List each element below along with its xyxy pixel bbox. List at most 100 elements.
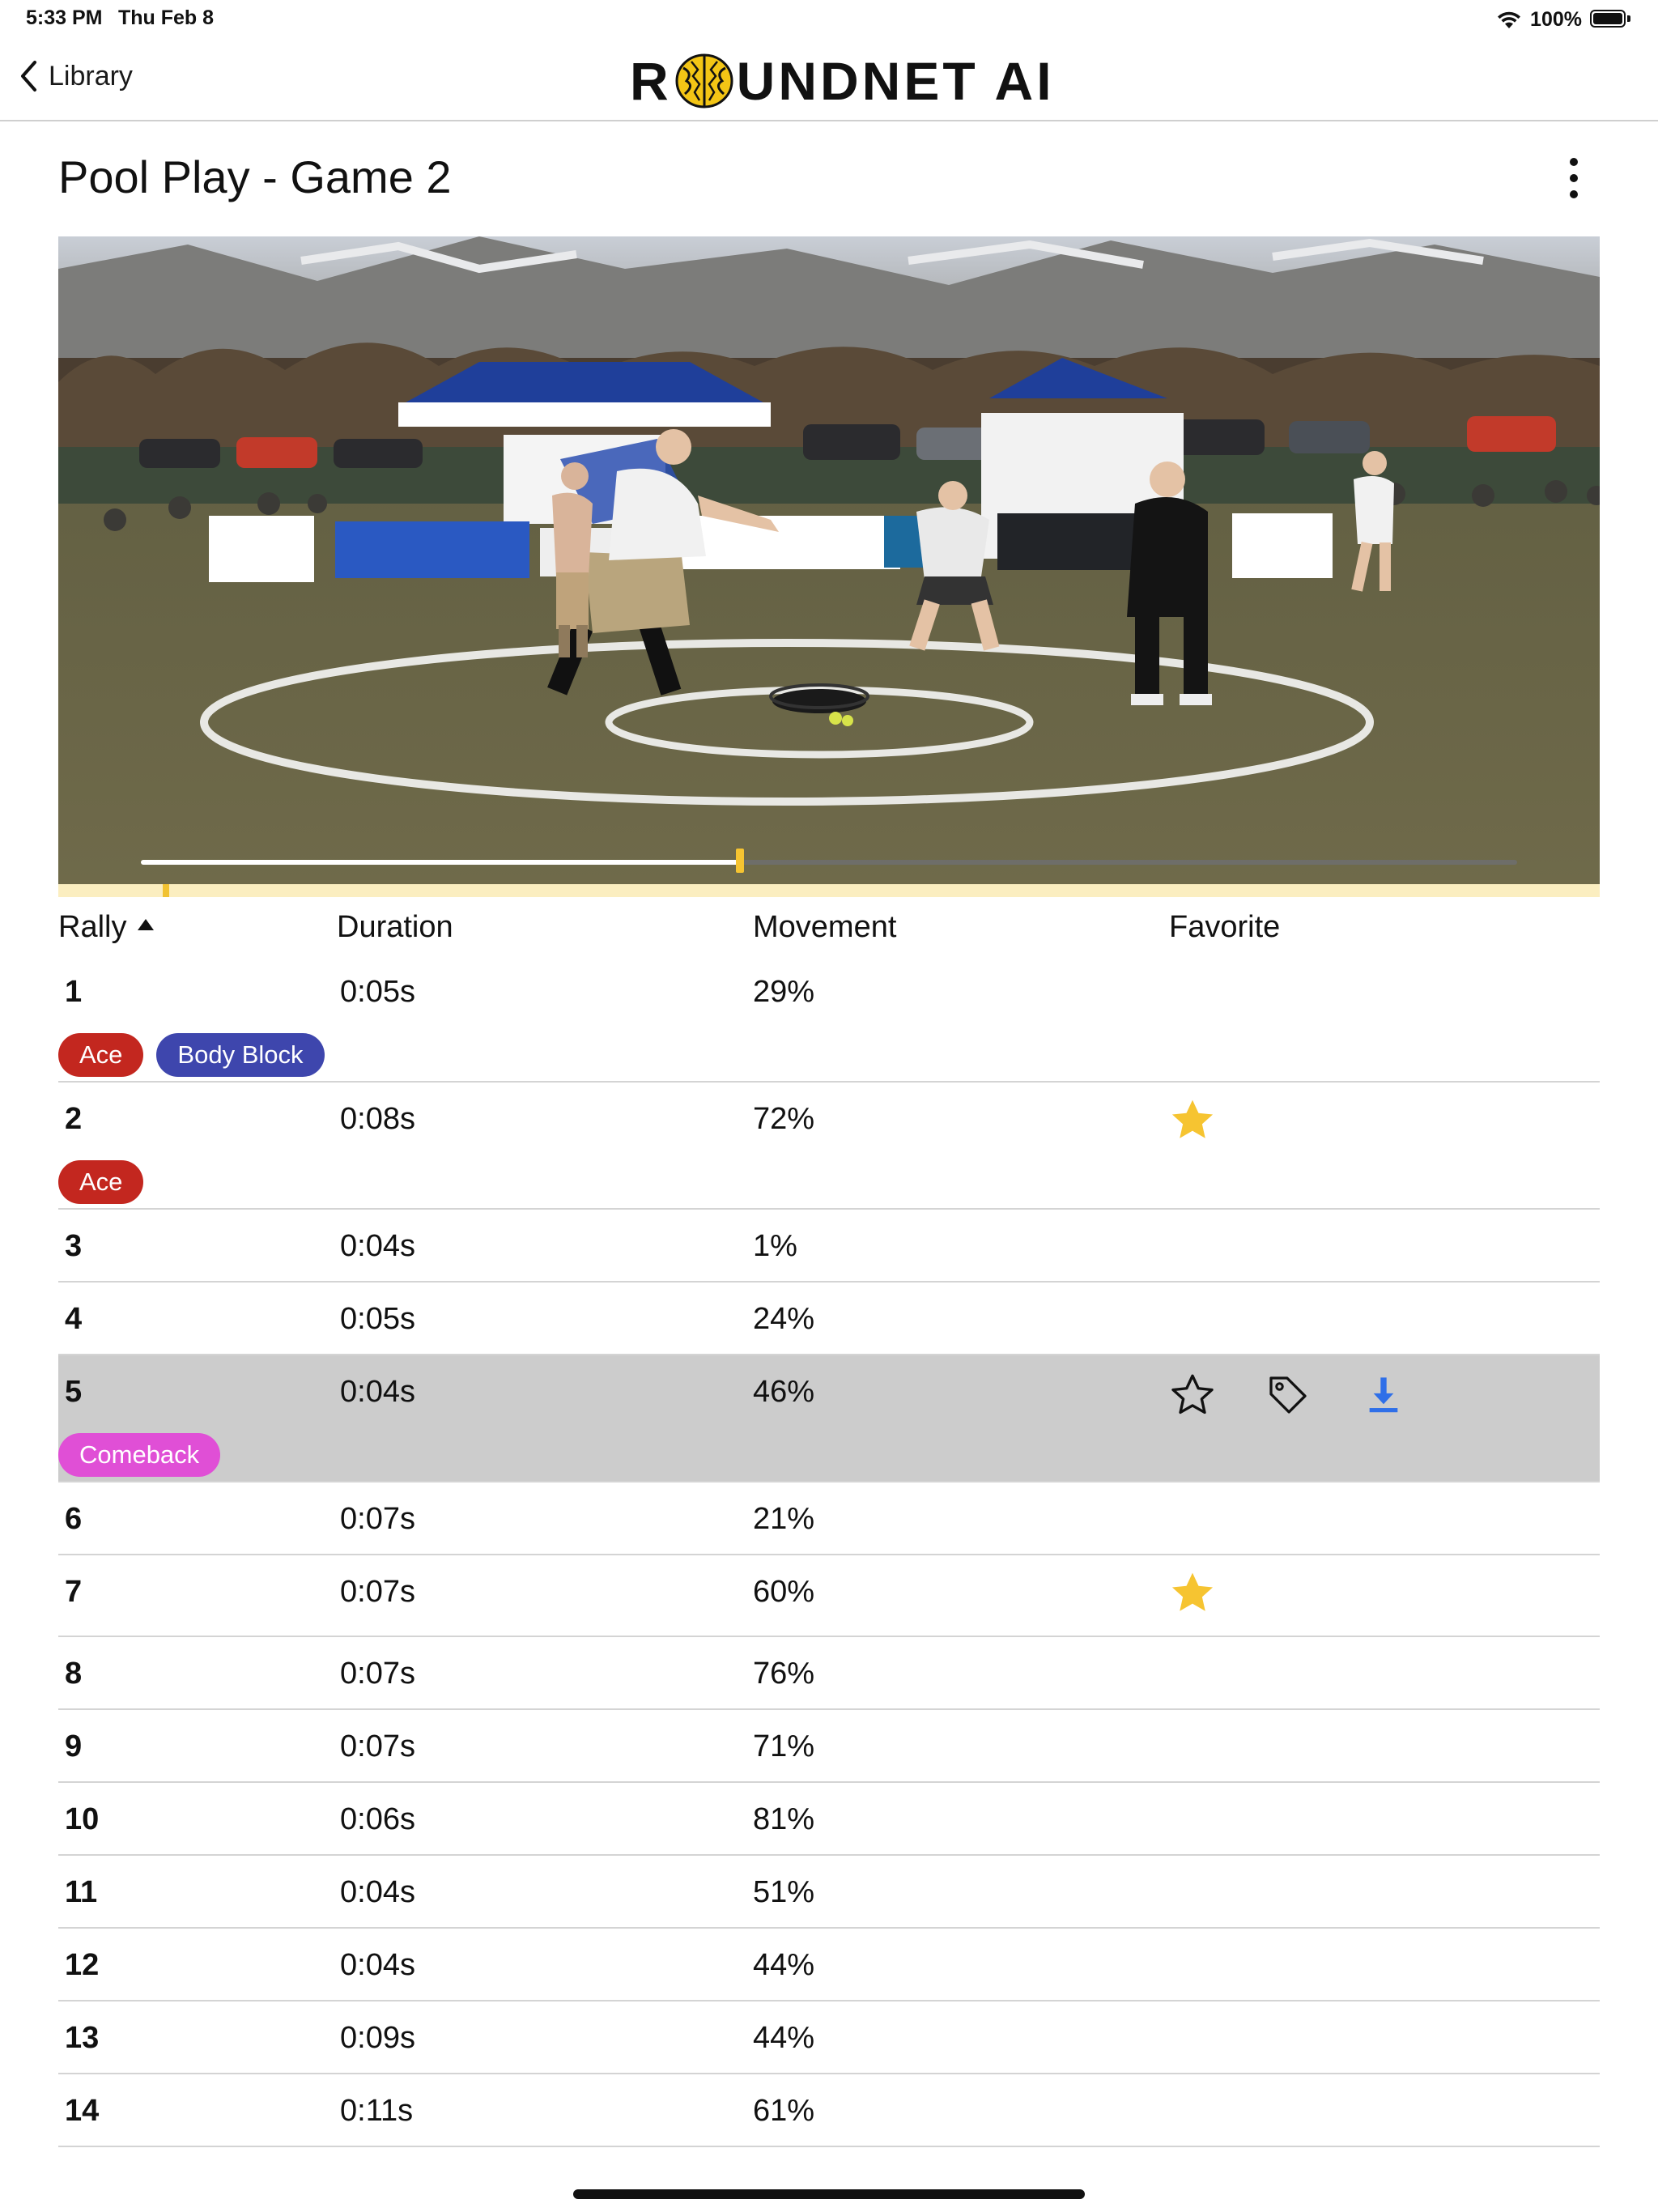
rally-movement: 29% [753,975,815,1009]
rally-movement: 76% [753,1657,815,1691]
home-indicator[interactable] [573,2189,1085,2199]
rally-movement: 24% [753,1302,815,1336]
rally-number: 9 [65,1729,83,1763]
scrubber-handle[interactable] [735,849,744,873]
rally-header-label: Rally [58,910,127,944]
rally-duration: 0:04s [340,1948,415,1982]
favorite-header[interactable]: Favorite [1169,910,1280,945]
brain-ball-icon [675,53,733,108]
battery-percent: 100% [1530,7,1582,31]
back-button[interactable]: Library [19,60,133,92]
tag-icon[interactable] [1263,1370,1313,1420]
tag-chip[interactable]: Ace [58,1033,144,1077]
rally-number: 4 [65,1302,83,1336]
logo-text-end: UNDNET AI [736,51,1055,111]
rally-number: 6 [65,1502,83,1536]
rally-row[interactable]: 4 0:05s 24% [58,1283,1600,1355]
rally-table: 1 0:05s 29% Ace Body Block 2 0:08s 72% Ace 3 0:04s… [58,955,1600,2147]
rally-row[interactable]: 11 0:04s 51% [58,1856,1600,1929]
sort-rally-header[interactable]: Rally [58,910,155,945]
rally-number: 5 [65,1375,83,1409]
tag-chip[interactable]: Comeback [58,1433,221,1477]
rally-number: 14 [65,2094,100,2128]
rally-movement: 46% [753,1375,815,1409]
navigation-bar: Library R UNDNET AI [0,39,1658,121]
rally-row[interactable]: 12 0:04s 44% [58,1929,1600,2001]
sort-ascending-icon [138,919,155,930]
rally-duration: 0:05s [340,975,415,1009]
rally-row[interactable]: 6 0:07s 21% [58,1482,1600,1555]
status-date: Thu Feb 8 [118,6,215,29]
rally-number: 11 [65,1875,98,1909]
playback-scrubber[interactable] [141,849,1517,873]
rally-number: 7 [65,1575,83,1609]
rally-movement: 44% [753,1948,815,1982]
status-indicators: 100% [1496,5,1632,34]
rally-row[interactable]: 9 0:07s 71% [58,1710,1600,1783]
rally-number: 8 [65,1657,83,1691]
rally-row[interactable]: 10 0:06s 81% [58,1783,1600,1856]
rally-duration: 0:11s [340,2094,414,2128]
rally-row[interactable]: 3 0:04s 1% [58,1210,1600,1283]
logo-text-start: R [630,51,672,111]
rally-timeline[interactable] [58,884,1600,897]
rally-movement: 51% [753,1875,815,1909]
row-actions [1167,1370,1409,1420]
rally-row[interactable]: 2 0:08s 72% Ace [58,1083,1600,1210]
battery-icon [1590,10,1632,29]
rally-number: 2 [65,1102,83,1136]
status-bar: 5:33 PM Thu Feb 8 100% [0,0,1658,39]
favorite-toggle-star-icon[interactable] [1167,1370,1218,1420]
app-logo: R UNDNET AI [630,51,1055,111]
favorite-star-icon[interactable] [1167,1568,1224,1625]
download-icon[interactable] [1358,1370,1409,1420]
rally-duration: 0:05s [340,1302,415,1336]
favorite-star-icon[interactable] [1167,1095,1224,1152]
status-time: 5:33 PM [26,6,103,29]
duration-header[interactable]: Duration [337,910,453,945]
playback-progress [141,860,740,865]
rally-row[interactable]: 7 0:07s 60% [58,1555,1600,1637]
rally-movement: 60% [753,1575,815,1609]
rally-movement: 44% [753,2021,815,2055]
rally-duration: 0:04s [340,1875,415,1909]
rally-duration: 0:06s [340,1802,415,1836]
rally-table-header: Rally Duration Movement Favorite [58,907,1600,955]
rally-duration: 0:07s [340,1502,415,1536]
rally-number: 10 [65,1802,100,1836]
rally-duration: 0:04s [340,1229,415,1263]
timeline-marker [163,884,170,897]
rally-duration: 0:07s [340,1575,415,1609]
rally-duration: 0:07s [340,1729,415,1763]
rally-duration: 0:04s [340,1375,415,1409]
rally-duration: 0:07s [340,1657,415,1691]
rally-movement: 81% [753,1802,815,1836]
back-label: Library [49,60,133,91]
rally-duration: 0:09s [340,2021,415,2055]
rally-row[interactable]: 5 0:04s 46% Comeback [58,1355,1600,1482]
rally-movement: 21% [753,1502,815,1536]
chevron-left-icon [21,61,36,91]
more-options-icon[interactable] [1554,154,1593,206]
rally-movement: 72% [753,1102,815,1136]
rally-tags: Ace [58,1160,144,1204]
rally-number: 12 [65,1948,100,1982]
rally-tags: Ace Body Block [58,1033,325,1077]
rally-tags: Comeback [58,1433,221,1477]
rally-row[interactable]: 13 0:09s 44% [58,2001,1600,2074]
video-player[interactable] [58,236,1600,884]
rally-row[interactable]: 8 0:07s 76% [58,1637,1600,1710]
tag-chip[interactable]: Ace [58,1160,144,1204]
rally-number: 13 [65,2021,100,2055]
rally-row[interactable]: 14 0:11s 61% [58,2074,1600,2147]
rally-movement: 71% [753,1729,815,1763]
rally-movement: 1% [753,1229,797,1263]
rally-number: 1 [65,975,83,1009]
rally-row[interactable]: 1 0:05s 29% Ace Body Block [58,955,1600,1083]
rally-number: 3 [65,1229,83,1263]
tag-chip[interactable]: Body Block [156,1033,325,1077]
wifi-icon [1498,11,1521,28]
movement-header[interactable]: Movement [753,910,896,945]
page-title: Pool Play - Game 2 [58,151,452,202]
rally-duration: 0:08s [340,1102,415,1136]
